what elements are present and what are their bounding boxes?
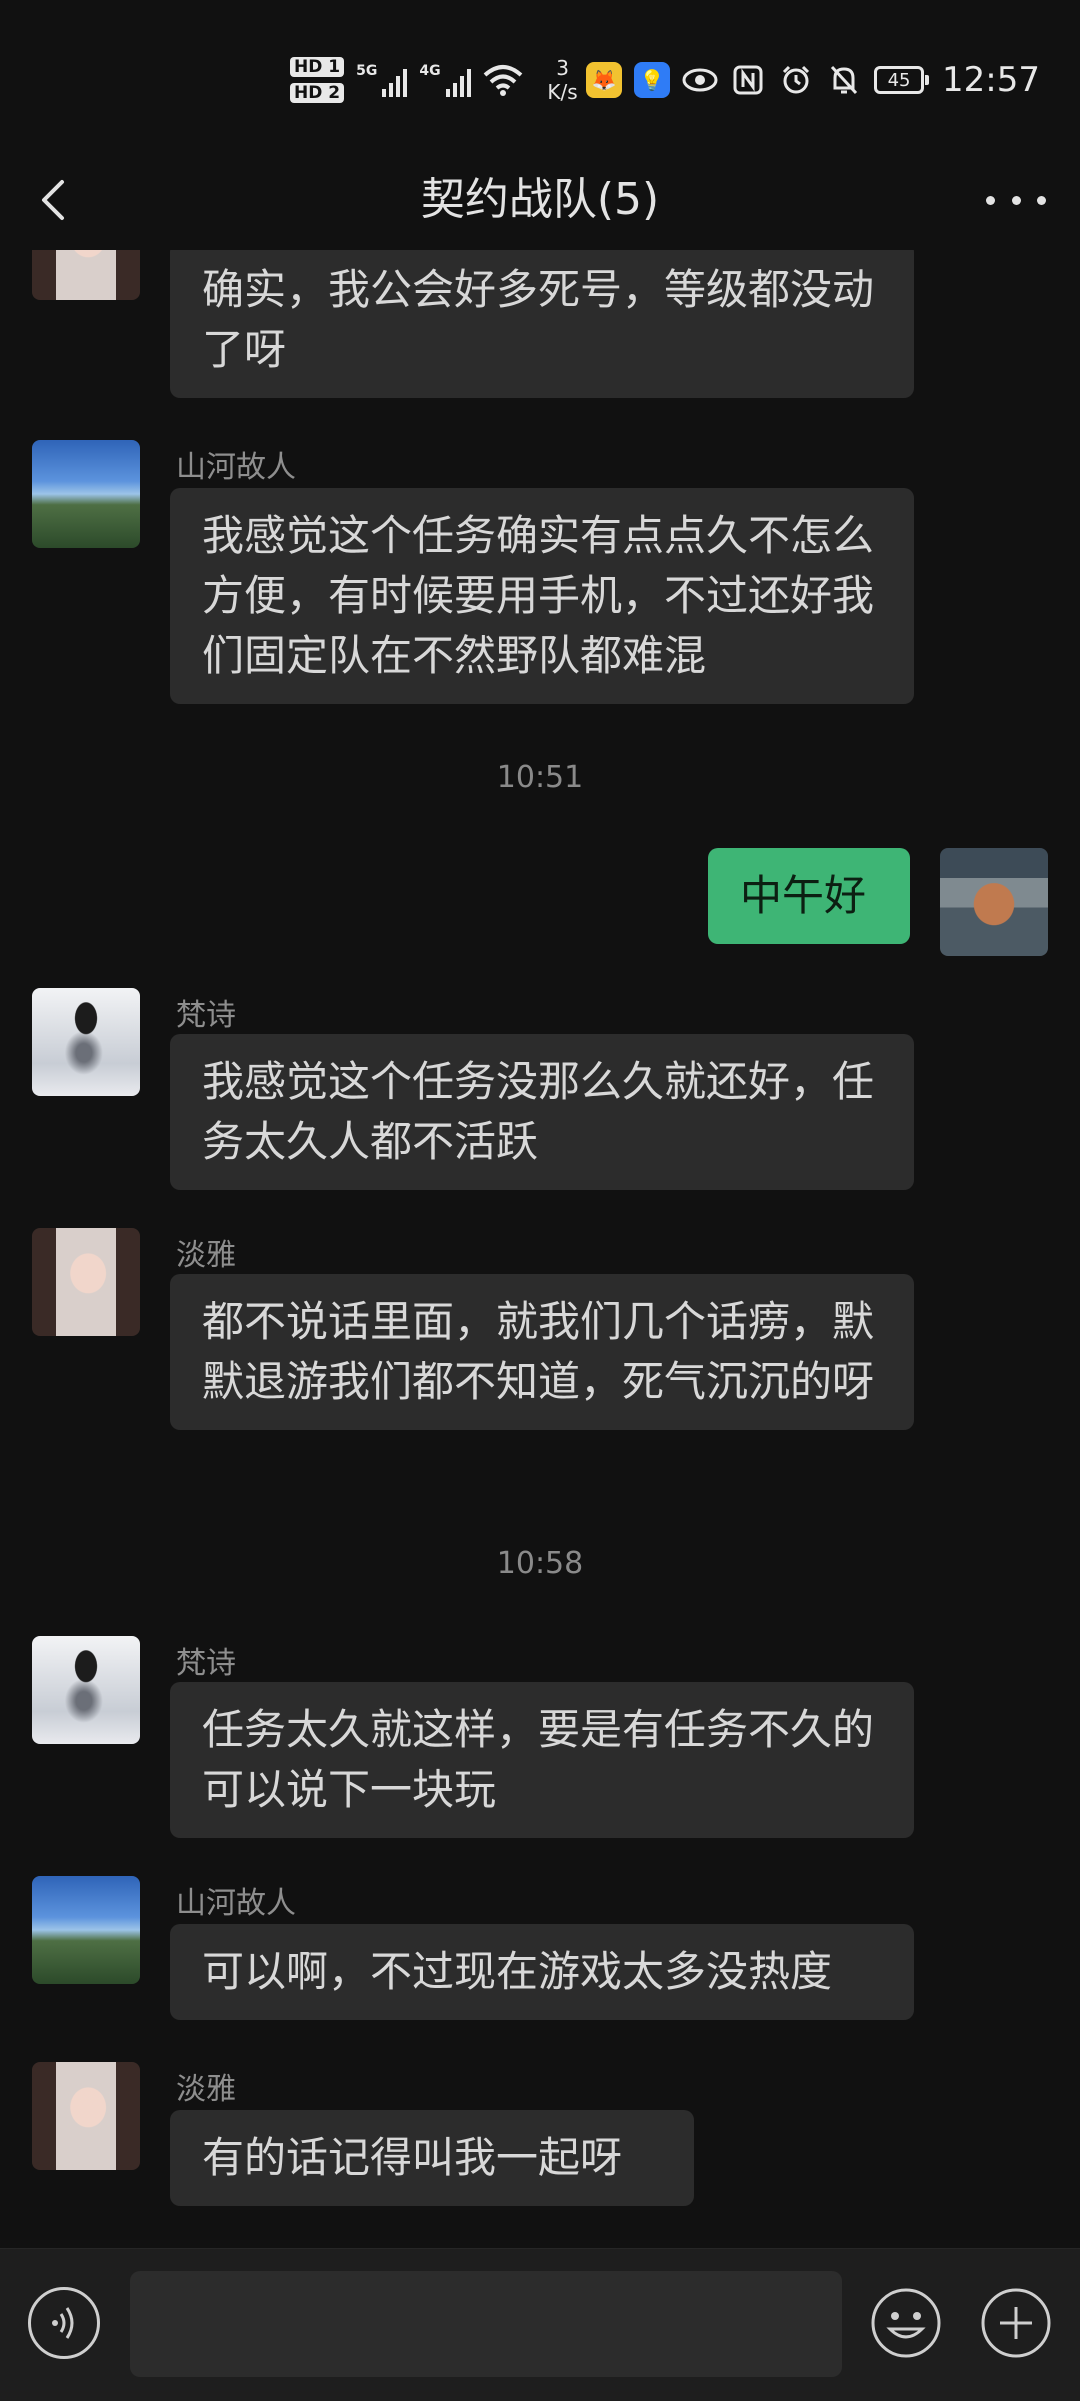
message-bubble[interactable]: 我感觉这个任务没那么久就还好，任务太久人都不活跃: [170, 1034, 914, 1190]
mute-bell-icon: [826, 62, 862, 98]
app-notification-icon: 🦊: [586, 62, 623, 98]
wifi-icon: [483, 65, 522, 96]
message-bubble[interactable]: 任务太久就这样，要是有任务不久的可以说下一块玩: [170, 1682, 914, 1838]
sender-name: 山河故人: [176, 1886, 296, 1921]
my-avatar[interactable]: [940, 848, 1048, 956]
message-input[interactable]: [130, 2271, 842, 2377]
alarm-icon: [778, 62, 814, 98]
bulb-notification-icon: 💡: [634, 62, 671, 98]
sender-name: 山河故人: [176, 450, 296, 485]
message-bubble[interactable]: 有的话记得叫我一起呀: [170, 2110, 694, 2206]
sender-name: 淡雅: [176, 2072, 236, 2107]
net1-label: 5G: [356, 63, 378, 79]
avatar[interactable]: [32, 1876, 140, 1984]
hd1-indicator: HD 1: [290, 57, 345, 77]
sender-name: 淡雅: [176, 1238, 236, 1273]
voice-input-button[interactable]: [28, 2287, 100, 2359]
avatar[interactable]: [32, 250, 140, 300]
eye-icon: [682, 62, 718, 98]
more-dot-icon: [986, 195, 995, 205]
voice-icon: [52, 2307, 74, 2339]
message-bubble-own[interactable]: 中午好: [708, 848, 910, 944]
emoji-button[interactable]: [870, 2287, 942, 2359]
signal-4g-icon: 4G: [419, 63, 471, 97]
avatar[interactable]: [32, 1636, 140, 1744]
net2-label: 4G: [419, 63, 441, 79]
more-dot-icon: [1037, 195, 1046, 205]
battery-indicator: 45: [874, 66, 930, 94]
nfc-icon: [730, 62, 766, 98]
chat-title: 契约战队(5): [420, 174, 660, 225]
battery-level: 45: [887, 69, 911, 91]
speed-unit: K/s: [547, 80, 578, 104]
status-left-group: HD 1 HD 2 5G 4G 3 K/s: [290, 50, 591, 110]
more-dot-icon: [1011, 195, 1021, 205]
sender-name: 梵诗: [176, 1646, 236, 1681]
avatar[interactable]: [32, 988, 140, 1096]
input-bar: [0, 2248, 1080, 2401]
message-bubble[interactable]: 我感觉这个任务确实有点点久不怎么方便，有时候要用手机，不过还好我们固定队在不然野…: [170, 488, 914, 704]
chat-header: 契约战队(5): [0, 150, 1080, 250]
speed-value: 3: [556, 56, 569, 80]
sender-name: 梵诗: [176, 998, 236, 1033]
network-speed: 3 K/s: [535, 56, 591, 104]
status-bar: HD 1 HD 2 5G 4G 3 K/s 🦊 💡 45 12:57: [0, 0, 1080, 150]
timestamp: 10:51: [496, 760, 584, 795]
more-options-button[interactable]: [986, 172, 1046, 228]
avatar[interactable]: [32, 1228, 140, 1336]
timestamp: 10:58: [496, 1546, 584, 1581]
avatar[interactable]: [32, 440, 140, 548]
message-list[interactable]: 确实，我公会好多死号，等级都没动了呀 山河故人 我感觉这个任务确实有点点久不怎么…: [0, 250, 1080, 2250]
message-bubble[interactable]: 都不说话里面，就我们几个话痨，默默退游我们都不知道，死气沉沉的呀: [170, 1274, 914, 1430]
hd-indicators: HD 1 HD 2: [290, 57, 345, 103]
signal-5g-icon: 5G: [356, 63, 408, 97]
message-bubble[interactable]: 可以啊，不过现在游戏太多没热度: [170, 1924, 914, 2020]
message-bubble[interactable]: 确实，我公会好多死号，等级都没动了呀: [170, 250, 914, 398]
back-arrow-icon[interactable]: [28, 172, 84, 228]
status-right-group: 🦊 💡 45 12:57: [586, 55, 1040, 105]
status-clock: 12:57: [942, 60, 1040, 100]
more-functions-button[interactable]: [980, 2287, 1052, 2359]
avatar[interactable]: [32, 2062, 140, 2170]
hd2-indicator: HD 2: [290, 83, 345, 103]
